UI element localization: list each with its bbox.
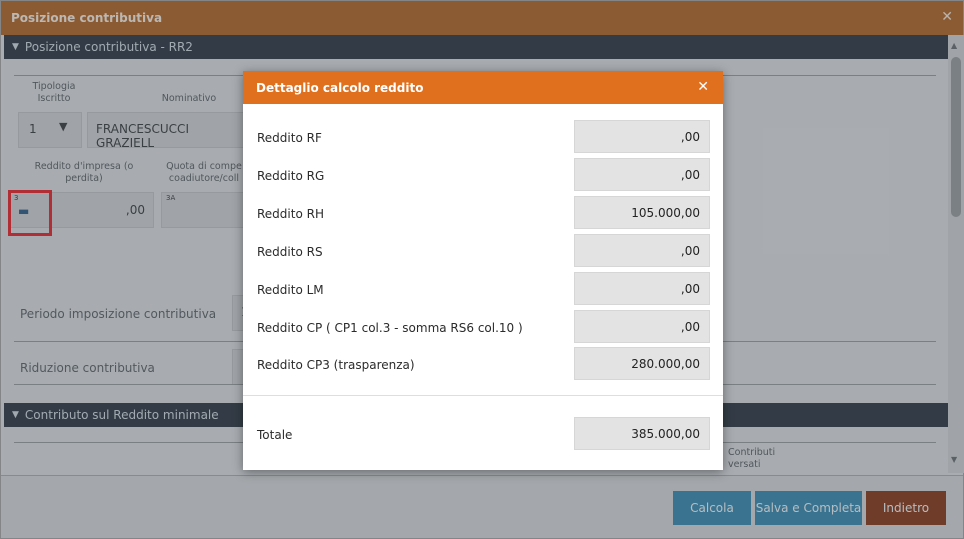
row-label: Reddito RS [257,245,323,259]
modal-close-icon[interactable]: ✕ [697,79,709,95]
total-value-field[interactable]: 385.000,00 [574,417,710,450]
row-label: Reddito RF [257,131,322,145]
modal-header: Dettaglio calcolo reddito ✕ [243,71,723,104]
modal-row: Reddito RS ,00 [243,234,723,272]
modal-row: Reddito LM ,00 [243,272,723,310]
modal-row: Reddito CP ( CP1 col.3 - somma RS6 col.1… [243,310,723,348]
row-label: Reddito CP ( CP1 col.3 - somma RS6 col.1… [257,321,523,335]
row-label: Reddito RG [257,169,325,183]
row-value-field[interactable]: ,00 [574,120,710,153]
row-label: Reddito LM [257,283,324,297]
modal-total-row: Totale 385.000,00 [243,417,723,455]
dettaglio-calcolo-modal: Dettaglio calcolo reddito ✕ Reddito RF ,… [243,71,723,470]
modal-row: Reddito RH 105.000,00 [243,196,723,234]
row-value-field[interactable]: ,00 [574,272,710,305]
row-label: Reddito CP3 (trasparenza) [257,358,415,372]
modal-row: Reddito CP3 (trasparenza) 280.000,00 [243,347,723,385]
row-value-field[interactable]: 105.000,00 [574,196,710,229]
row-value-field[interactable]: ,00 [574,234,710,267]
modal-title: Dettaglio calcolo reddito [256,80,424,95]
row-label: Reddito RH [257,207,324,221]
modal-divider [243,395,723,396]
modal-row: Reddito RG ,00 [243,158,723,196]
row-value-field[interactable]: ,00 [574,310,710,343]
row-value-field[interactable]: ,00 [574,158,710,191]
row-value-field[interactable]: 280.000,00 [574,347,710,380]
modal-row: Reddito RF ,00 [243,120,723,158]
total-label: Totale [257,428,293,442]
